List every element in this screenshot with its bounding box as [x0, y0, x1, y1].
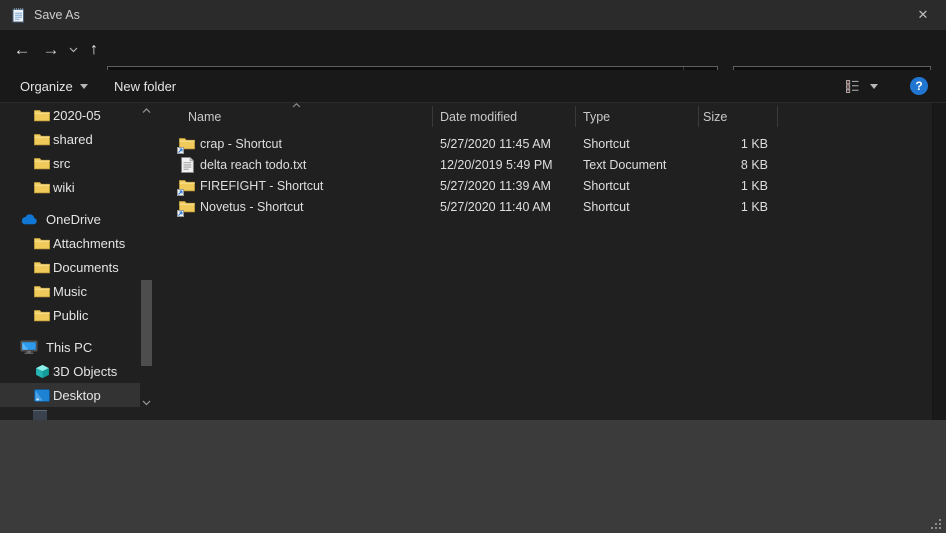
- organize-button[interactable]: Organize: [12, 70, 96, 102]
- title-bar: Save As ✕: [0, 0, 946, 30]
- computer-monitor-icon: [20, 338, 38, 356]
- save-as-dialog: Save As ✕ ← → ↑ This PC Desktop: [0, 0, 946, 533]
- file-row-delta-reach-todo[interactable]: delta reach todo.txt 12/20/2019 5:49 PM …: [160, 155, 932, 176]
- notepad-icon: [10, 7, 26, 23]
- column-divider[interactable]: [698, 106, 699, 127]
- new-folder-label: New folder: [114, 79, 176, 94]
- column-header-row: Name Date modified Type Size: [160, 103, 932, 130]
- sidebar-item-documents[interactable]: Documents: [0, 255, 140, 279]
- list-right-gutter: [932, 103, 946, 420]
- sidebar-item-music[interactable]: Music: [0, 279, 140, 303]
- details-view-icon: [846, 80, 862, 93]
- scroll-up-icon[interactable]: [142, 108, 151, 114]
- column-divider[interactable]: [432, 106, 433, 127]
- column-header-size[interactable]: Size: [703, 110, 727, 124]
- folder-icon: [33, 306, 51, 324]
- sidebar-item-clipped-icon: [33, 410, 47, 420]
- chevron-down-icon: [870, 84, 878, 89]
- onedrive-cloud-icon: [20, 210, 38, 228]
- up-button[interactable]: ↑: [82, 30, 106, 70]
- column-header-date-modified[interactable]: Date modified: [440, 110, 517, 124]
- sidebar-item-src[interactable]: src: [0, 151, 140, 175]
- column-header-type[interactable]: Type: [583, 110, 610, 124]
- shortcut-folder-icon: [178, 136, 196, 153]
- sidebar-scrollbar[interactable]: [140, 103, 153, 420]
- scroll-down-icon[interactable]: [142, 400, 151, 406]
- chevron-down-icon: [69, 47, 78, 53]
- command-bar: Organize New folder ?: [0, 70, 946, 103]
- column-header-name[interactable]: Name: [188, 110, 221, 124]
- organize-label: Organize: [20, 79, 73, 94]
- scrollbar-thumb[interactable]: [141, 280, 152, 366]
- close-button[interactable]: ✕: [900, 0, 946, 30]
- sidebar-item-public[interactable]: Public: [0, 303, 140, 327]
- sidebar-item-attachments[interactable]: Attachments: [0, 231, 140, 255]
- folder-icon: [33, 106, 51, 124]
- column-divider[interactable]: [575, 106, 576, 127]
- recent-locations-button[interactable]: [64, 30, 82, 70]
- sidebar-item-desktop[interactable]: Desktop: [0, 383, 140, 407]
- navigation-bar: ← → ↑ This PC Desktop ↻: [0, 30, 946, 70]
- file-row-crap-shortcut[interactable]: crap - Shortcut 5/27/2020 11:45 AM Short…: [160, 134, 932, 155]
- sidebar-item-onedrive[interactable]: OneDrive: [0, 207, 140, 231]
- dialog-footer: File name: Save as type: Text Documents …: [0, 420, 946, 533]
- sidebar-item-this-pc[interactable]: This PC: [0, 335, 140, 359]
- shortcut-folder-icon: [178, 178, 196, 195]
- folder-icon: [33, 178, 51, 196]
- folder-icon: [33, 258, 51, 276]
- shortcut-folder-icon: [178, 199, 196, 216]
- folder-icon: [33, 234, 51, 252]
- change-view-button[interactable]: [846, 70, 878, 102]
- sidebar-item-2020-05[interactable]: 2020-05: [0, 103, 140, 127]
- sidebar-item-3d-objects[interactable]: 3D Objects: [0, 359, 140, 383]
- folder-icon: [33, 154, 51, 172]
- text-document-icon: [178, 157, 196, 174]
- desktop-icon: [33, 386, 51, 404]
- sidebar-item-shared[interactable]: shared: [0, 127, 140, 151]
- 3d-cube-icon: [33, 362, 51, 380]
- sort-ascending-icon: [292, 103, 301, 108]
- back-button[interactable]: ←: [8, 30, 36, 70]
- shortcut-arrow-icon: [177, 210, 184, 217]
- forward-button[interactable]: →: [38, 30, 64, 70]
- resize-grip[interactable]: [931, 519, 943, 531]
- help-button[interactable]: ?: [910, 77, 928, 95]
- folder-icon: [33, 282, 51, 300]
- column-divider[interactable]: [777, 106, 778, 127]
- window-title: Save As: [34, 8, 80, 22]
- shortcut-arrow-icon: [177, 147, 184, 154]
- new-folder-button[interactable]: New folder: [104, 70, 186, 102]
- shortcut-arrow-icon: [177, 189, 184, 196]
- chevron-down-icon: [80, 84, 88, 89]
- folder-icon: [33, 130, 51, 148]
- file-row-novetus-shortcut[interactable]: Novetus - Shortcut 5/27/2020 11:40 AM Sh…: [160, 197, 932, 218]
- sidebar-item-wiki[interactable]: wiki: [0, 175, 140, 199]
- file-row-firefight-shortcut[interactable]: FIREFIGHT - Shortcut 5/27/2020 11:39 AM …: [160, 176, 932, 197]
